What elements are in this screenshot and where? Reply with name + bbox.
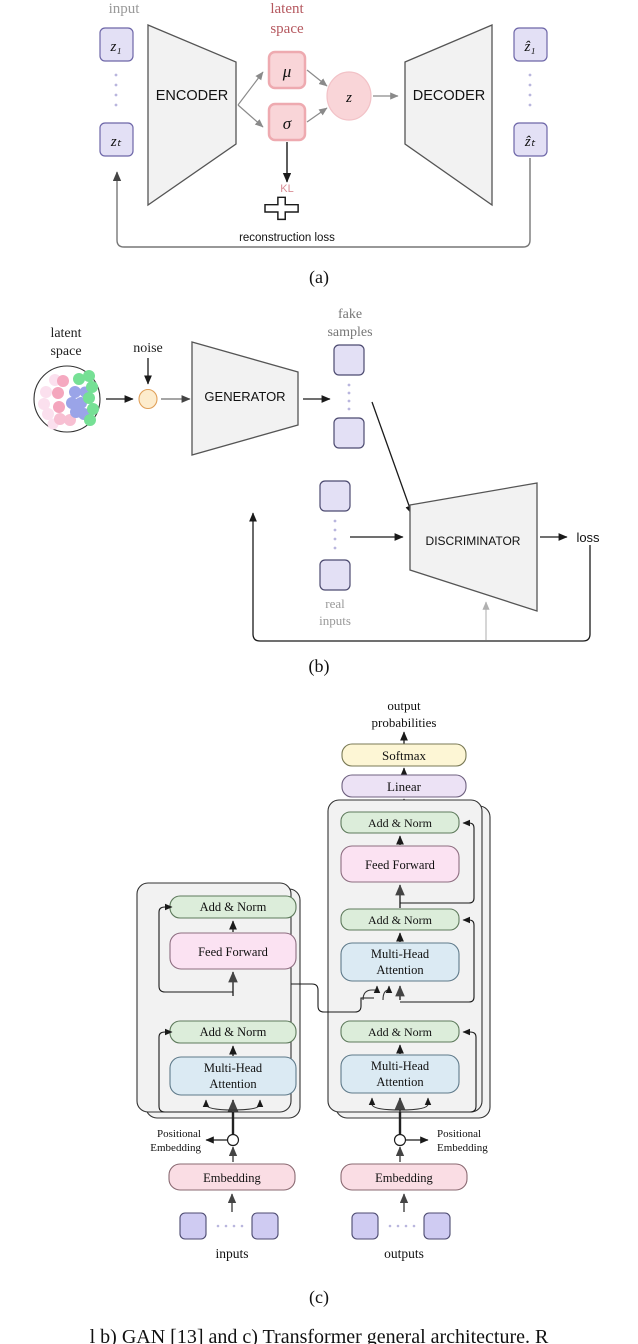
transformer-input-token-dots [216, 1224, 244, 1228]
transformer-output-probabilities-line1: output [387, 698, 421, 713]
gan-fake-sample-box-1 [333, 344, 365, 376]
panel-c-caption: (c) [309, 1287, 329, 1308]
gan-fake-samples-label-line2: samples [327, 325, 372, 340]
transformer-encoder-positional-label-line1: Positional [157, 1128, 201, 1140]
vae-arrow-mu-z [306, 69, 328, 87]
gan-noise-circle [138, 388, 158, 410]
transformer-decoder-cross-attention-label-line2: Attention [376, 963, 424, 977]
panel-b-caption: (b) [309, 656, 330, 677]
gan-real-inputs-label-line1: real [325, 596, 345, 611]
transformer-decoder-positional-node [393, 1133, 407, 1147]
transformer-decoder-feed-forward-label: Feed Forward [365, 858, 436, 872]
gan-discriminator-label: DISCRIMINATOR [426, 534, 521, 548]
panel-a-vae: input latent space z₁ zₜ ENCODER μ σ z D… [99, 1, 548, 288]
panel-a-caption: (a) [309, 267, 329, 288]
transformer-encoder-self-attention-label-line2: Attention [209, 1077, 257, 1091]
transformer-output-probabilities-line2: probabilities [372, 715, 437, 730]
transformer-decoder-self-attention-label-line2: Attention [376, 1075, 424, 1089]
vae-input-label: input [109, 1, 141, 17]
vae-arrow-encoder-mu [237, 71, 264, 106]
vae-input-vertical-dots [114, 73, 118, 107]
transformer-decoder-add-norm-bottom-label: Add & Norm [368, 1025, 433, 1039]
vae-kl-label: KL [280, 183, 293, 195]
vae-mu-label: μ [282, 62, 292, 81]
vae-reconstruction-loss-label: reconstruction loss [239, 232, 335, 244]
transformer-input-token-box-1 [179, 1212, 207, 1240]
transformer-decoder-add-norm-mid-label: Add & Norm [368, 913, 433, 927]
vae-decoder-label: DECODER [413, 88, 486, 104]
vae-z-label: z [345, 90, 352, 106]
gan-loss-label: loss [576, 530, 600, 545]
multi-panel-architecture-figure: input latent space z₁ zₜ ENCODER μ σ z D… [33, 1, 600, 1344]
vae-decoder-shape [404, 24, 493, 207]
gan-arrow-fake-to-discriminator [371, 401, 413, 515]
vae-output-token-label-1: ẑ₁ [523, 39, 535, 55]
vae-input-token-label-t: zₜ [110, 134, 122, 150]
transformer-outputs-label: outputs [384, 1246, 424, 1261]
transformer-encoder-feed-forward-label: Feed Forward [198, 945, 269, 959]
gan-fake-sample-dots [347, 383, 351, 411]
transformer-encoder-embedding-label: Embedding [203, 1171, 261, 1185]
vae-plus-icon [264, 196, 299, 221]
transformer-output-token-dots [388, 1224, 416, 1228]
gan-real-inputs-label-line2: inputs [319, 613, 351, 628]
gan-real-input-box-n [319, 559, 351, 591]
transformer-output-token-box-n [423, 1212, 451, 1240]
gan-real-input-box-1 [319, 480, 351, 512]
vae-latent-space-label-line1: latent [270, 1, 304, 17]
vae-output-token-label-t: ẑₜ [524, 134, 536, 150]
gan-generator-label: GENERATOR [204, 389, 285, 404]
transformer-encoder-positional-node [226, 1133, 240, 1147]
vae-encoder-label: ENCODER [156, 88, 229, 104]
figure-caption-text: l b) GAN [13] and c) Transformer general… [90, 1326, 549, 1344]
transformer-decoder-embedding-label: Embedding [375, 1171, 433, 1185]
vae-output-vertical-dots [528, 73, 532, 107]
transformer-input-token-box-n [251, 1212, 279, 1240]
gan-noise-label: noise [133, 341, 163, 356]
vae-latent-space-label-line2: space [270, 21, 304, 37]
transformer-decoder-positional-label-line2: Embedding [437, 1142, 488, 1154]
figure-page: input latent space z₁ zₜ ENCODER μ σ z D… [0, 0, 638, 1344]
transformer-decoder-cross-attention-label-line1: Multi-Head [371, 947, 430, 961]
transformer-softmax-label: Softmax [382, 748, 427, 763]
transformer-decoder-add-norm-top-label: Add & Norm [368, 816, 433, 830]
gan-fake-sample-box-n [333, 417, 365, 449]
transformer-encoder-add-norm-bottom-label: Add & Norm [200, 1025, 267, 1039]
gan-latent-space-cluster [33, 365, 101, 433]
gan-latent-space-label-line2: space [50, 344, 81, 359]
vae-sigma-label: σ [283, 114, 292, 133]
transformer-encoder-add-norm-top-label: Add & Norm [200, 900, 267, 914]
transformer-encoder-self-attention-label-line1: Multi-Head [204, 1061, 263, 1075]
transformer-linear-label: Linear [387, 779, 422, 794]
transformer-decoder-positional-label-line1: Positional [437, 1128, 481, 1140]
gan-real-input-dots [333, 519, 337, 550]
transformer-output-token-box-1 [351, 1212, 379, 1240]
panel-c-transformer: output probabilities Softmax Linear Add … [136, 698, 491, 1308]
vae-arrow-sigma-z [306, 107, 328, 123]
vae-arrow-encoder-sigma [237, 104, 264, 128]
vae-input-token-label-1: z₁ [109, 39, 121, 55]
gan-latent-space-label-line1: latent [50, 326, 81, 341]
gan-fake-samples-label-line1: fake [338, 307, 362, 322]
transformer-inputs-label: inputs [215, 1246, 248, 1261]
transformer-decoder-self-attention-label-line1: Multi-Head [371, 1059, 430, 1073]
vae-encoder-shape [147, 24, 237, 207]
transformer-encoder-positional-label-line2: Embedding [150, 1142, 201, 1154]
panel-b-gan: latent space noise GENERATOR fake sample… [33, 307, 600, 677]
